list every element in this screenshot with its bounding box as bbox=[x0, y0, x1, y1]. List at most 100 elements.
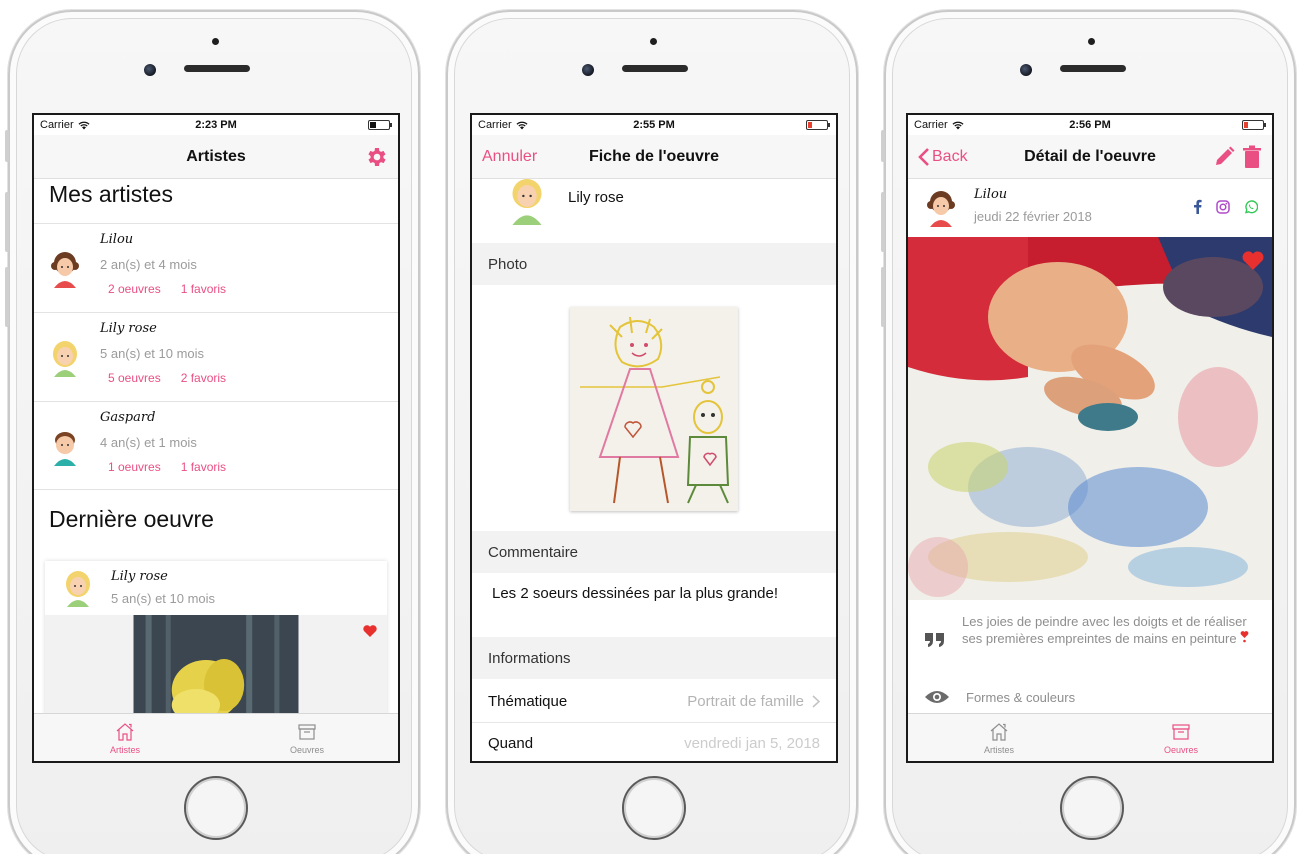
favorites-link[interactable]: 1 favoris bbox=[181, 460, 226, 474]
trash-icon[interactable] bbox=[1242, 145, 1262, 169]
nav-actions bbox=[1212, 145, 1262, 169]
tab-label: Artistes bbox=[109, 744, 140, 755]
when-row[interactable]: Quand vendredi jan 5, 2018 bbox=[472, 723, 836, 761]
side-button bbox=[881, 192, 885, 252]
card-photo bbox=[45, 615, 387, 721]
artist-age: 5 an(s) et 10 mois bbox=[100, 346, 205, 361]
card-header: Lily rose 5 an(s) et 10 mois bbox=[45, 561, 387, 615]
screen-artwork-detail: Carrier 2:56 PM Back Détail de l'oeuvre bbox=[906, 113, 1274, 763]
card-artist-age: 5 an(s) et 10 mois bbox=[111, 591, 216, 606]
form-content: Lily rose Photo Commentaire Les 2 soeurs… bbox=[472, 179, 836, 761]
artist-row[interactable]: Lily rose bbox=[472, 179, 836, 241]
artist-age: 2 an(s) et 4 mois bbox=[100, 257, 197, 272]
home-button[interactable] bbox=[622, 776, 686, 840]
favorites-link[interactable]: 1 favoris bbox=[181, 282, 226, 296]
phone-frame-2: Carrier 2:55 PM Annuler Fiche de l'oeuvr… bbox=[446, 10, 858, 854]
avatar bbox=[50, 339, 80, 377]
back-button[interactable]: Back bbox=[918, 147, 968, 167]
settings-button[interactable] bbox=[364, 145, 388, 169]
proximity-sensor bbox=[650, 38, 657, 45]
side-button bbox=[5, 267, 9, 327]
earpiece-speaker bbox=[622, 65, 688, 72]
artist-row[interactable]: Lilou 2 an(s) et 4 mois 2 oeuvres 1 favo… bbox=[34, 223, 398, 312]
comment-text[interactable]: Les 2 soeurs dessinées par la plus grand… bbox=[492, 585, 778, 602]
category-label: Formes & couleurs bbox=[966, 690, 1076, 705]
artist-links: 2 oeuvres 1 favoris bbox=[108, 282, 226, 296]
artwork-photo[interactable] bbox=[570, 307, 738, 511]
section-header-comment: Commentaire bbox=[472, 531, 836, 573]
tab-oeuvres[interactable]: Oeuvres bbox=[1090, 714, 1272, 761]
front-camera bbox=[144, 64, 156, 76]
tab-bar: Artistes Oeuvres bbox=[908, 713, 1272, 761]
artwork-date: jeudi 22 février 2018 bbox=[974, 209, 1092, 224]
theme-row[interactable]: Thématique Portrait de famille bbox=[472, 681, 836, 723]
artist-links: 5 oeuvres 2 favoris bbox=[108, 371, 226, 385]
side-button bbox=[881, 130, 885, 162]
nav-bar: Annuler Fiche de l'oeuvre bbox=[472, 135, 836, 179]
theme-value-group: Portrait de famille bbox=[687, 693, 820, 710]
status-time: 2:55 PM bbox=[633, 119, 675, 131]
heart-icon[interactable] bbox=[1242, 251, 1264, 270]
works-link[interactable]: 1 oeuvres bbox=[108, 460, 161, 474]
archive-icon bbox=[1172, 723, 1190, 740]
home-button[interactable] bbox=[1060, 776, 1124, 840]
battery-icon bbox=[1242, 120, 1266, 130]
section-header-info: Informations bbox=[472, 637, 836, 679]
works-link[interactable]: 5 oeuvres bbox=[108, 371, 161, 385]
artist-name: Lilou bbox=[974, 187, 1008, 202]
battery-icon bbox=[806, 120, 830, 130]
proximity-sensor bbox=[1088, 38, 1095, 45]
avatar bbox=[63, 569, 93, 607]
section-header-photo: Photo bbox=[472, 243, 836, 285]
status-bar: Carrier 2:55 PM bbox=[472, 115, 836, 135]
nav-title: Fiche de l'oeuvre bbox=[588, 147, 720, 165]
front-camera bbox=[582, 64, 594, 76]
theme-value: Portrait de famille bbox=[687, 693, 804, 710]
chevron-left-icon bbox=[918, 147, 929, 166]
detail-content: Lilou jeudi 22 février 2018 Les joies de… bbox=[908, 179, 1272, 713]
heart-icon[interactable] bbox=[363, 625, 377, 637]
home-icon bbox=[116, 722, 134, 741]
whatsapp-icon[interactable] bbox=[1244, 199, 1258, 214]
heart-exclamation-icon bbox=[1240, 630, 1249, 643]
tab-oeuvres[interactable]: Oeuvres bbox=[216, 714, 398, 761]
status-time: 2:56 PM bbox=[1069, 119, 1111, 131]
quote-icon bbox=[925, 633, 944, 647]
card-artist-name: Lily rose bbox=[111, 569, 168, 584]
nav-title: Artistes bbox=[186, 147, 246, 165]
share-icons bbox=[1193, 199, 1258, 214]
nav-bar: Artistes bbox=[34, 135, 398, 179]
facebook-icon[interactable] bbox=[1193, 199, 1202, 214]
archive-icon bbox=[298, 723, 316, 740]
artists-content: Mes artistes Lilou 2 an(s) et 4 mois 2 o… bbox=[34, 179, 398, 721]
when-label: Quand bbox=[488, 735, 534, 752]
chevron-right-icon bbox=[812, 695, 820, 708]
front-camera bbox=[1020, 64, 1032, 76]
artwork-description: Les joies de peindre avec les doigts et … bbox=[962, 614, 1258, 648]
home-icon bbox=[990, 722, 1008, 741]
last-work-card[interactable]: Lily rose 5 an(s) et 10 mois bbox=[45, 561, 387, 721]
battery-icon bbox=[368, 120, 392, 130]
artwork-photo[interactable] bbox=[908, 237, 1272, 600]
section-title-artists: Mes artistes bbox=[49, 181, 173, 207]
artist-row[interactable]: Gaspard 4 an(s) et 1 mois 1 oeuvres 1 fa… bbox=[34, 401, 398, 490]
proximity-sensor bbox=[212, 38, 219, 45]
section-title-last-work: Dernière oeuvre bbox=[49, 506, 214, 532]
status-bar: Carrier 2:23 PM bbox=[34, 115, 398, 135]
screen-artists: Carrier 2:23 PM Artistes Mes artistes Li… bbox=[32, 113, 400, 763]
avatar bbox=[926, 189, 956, 227]
cancel-button[interactable]: Annuler bbox=[482, 148, 537, 166]
tab-label: Oeuvres bbox=[289, 744, 324, 755]
tab-artistes[interactable]: Artistes bbox=[908, 714, 1090, 761]
instagram-icon[interactable] bbox=[1216, 199, 1230, 214]
artist-name: Lilou bbox=[100, 232, 134, 247]
description-row: Les joies de peindre avec les doigts et … bbox=[908, 600, 1272, 682]
tab-artistes[interactable]: Artistes bbox=[34, 714, 216, 761]
status-time: 2:23 PM bbox=[195, 119, 237, 131]
favorites-link[interactable]: 2 favoris bbox=[181, 371, 226, 385]
pencil-icon[interactable] bbox=[1212, 145, 1236, 169]
artist-row[interactable]: Lily rose 5 an(s) et 10 mois 5 oeuvres 2… bbox=[34, 312, 398, 401]
home-button[interactable] bbox=[184, 776, 248, 840]
tab-bar: Artistes Oeuvres bbox=[34, 713, 398, 761]
works-link[interactable]: 2 oeuvres bbox=[108, 282, 161, 296]
